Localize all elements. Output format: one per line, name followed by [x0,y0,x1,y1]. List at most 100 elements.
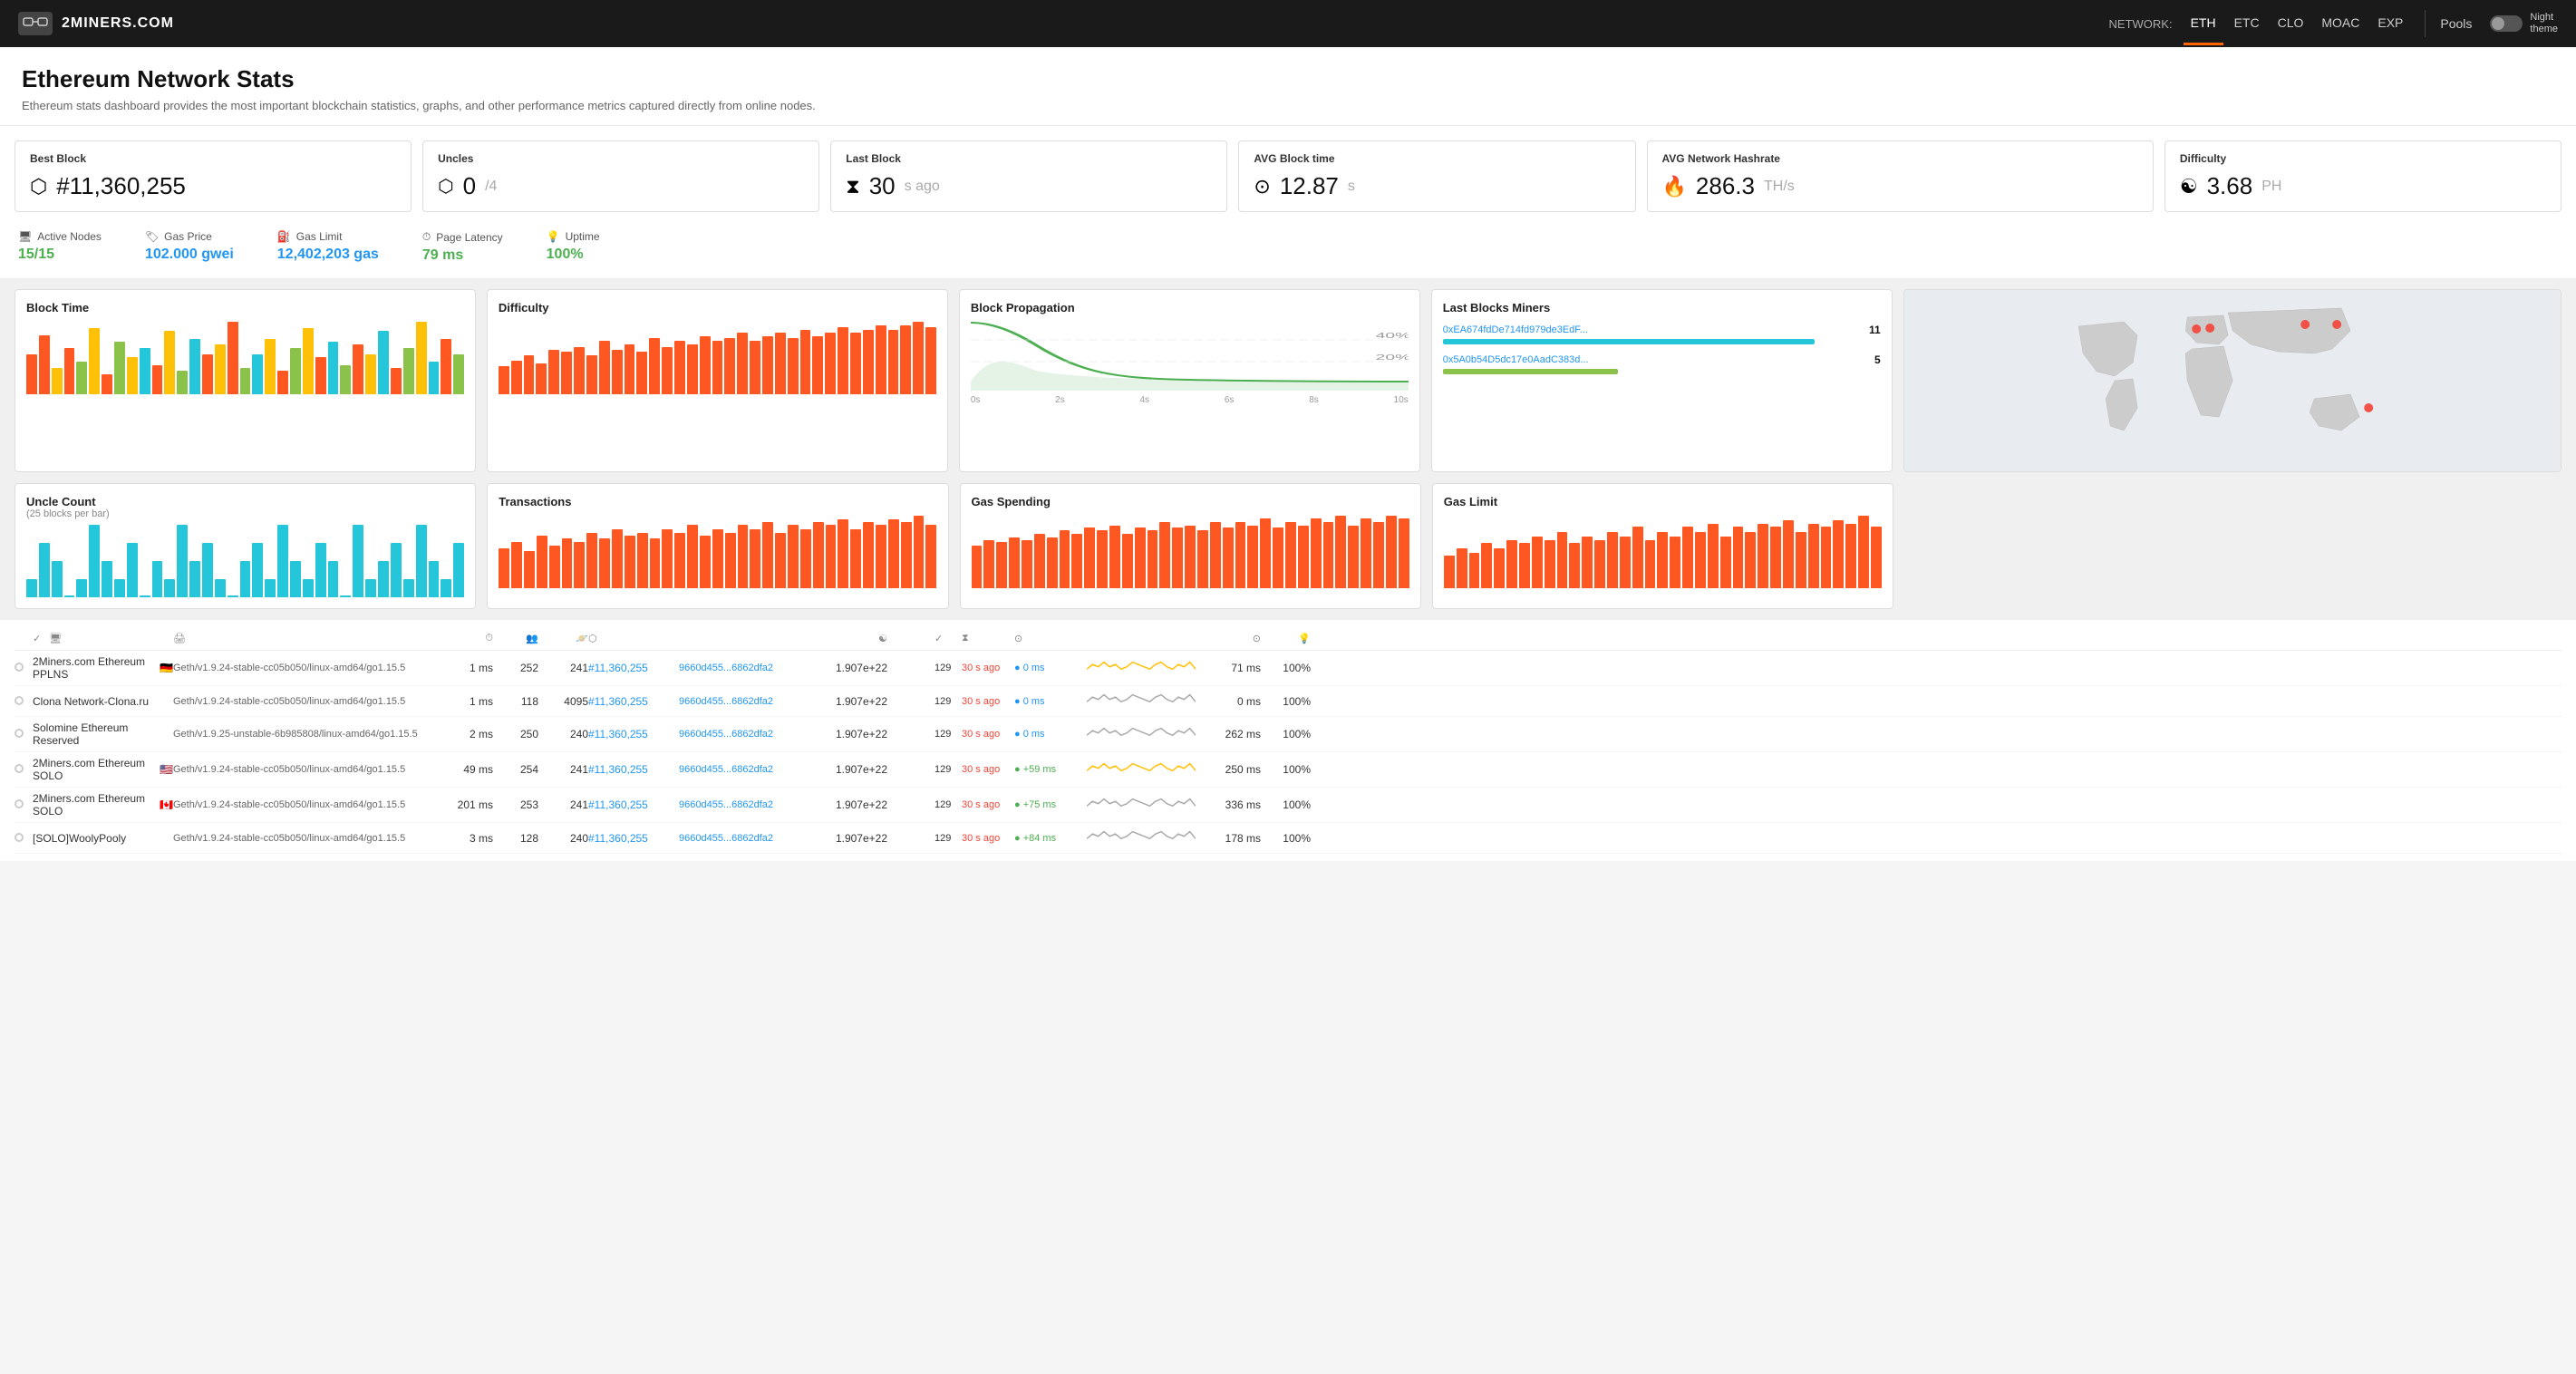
uptime-label: Uptime [566,230,600,243]
row-chart [1087,760,1205,780]
chart-bars-block-time [26,322,464,394]
pools-link[interactable]: Pools [2440,16,2472,31]
best-block-value: #11,360,255 [56,172,186,200]
row-proptime: ● +75 ms [1014,799,1087,810]
stat-card-hashrate: AVG Network Hashrate 🔥 286.3 TH/s [1647,140,2154,212]
node-name-text: 2Miners.com Ethereum SOLO [33,757,156,782]
last-block-unit: s ago [905,179,940,195]
avg-block-value: 12.87 [1280,172,1339,200]
toggle-switch[interactable] [2490,15,2523,32]
row-lastblock-time: 30 s ago [962,799,1014,810]
row-client: Geth/v1.9.25-unstable-6b985808/linux-amd… [173,729,441,740]
svg-text:40%: 40% [1376,333,1409,341]
row-lastblock-time: 30 s ago [962,833,1014,844]
row-peers: 254 [493,763,538,776]
th-lastblock-time: ⧗ [962,633,1014,644]
row-status-dot [15,695,33,708]
last-block-value: 30 [869,172,896,200]
row-client: Geth/v1.9.24-stable-cc05b050/linux-amd64… [173,764,441,775]
difficulty-unit: PH [2261,179,2281,195]
row-diff: 1.907e+22 [810,832,887,845]
chart-title: Gas Limit [1444,495,1882,508]
last-block-icon: ⧗ [846,175,859,198]
row-hash: 9660d455...6862dfa2 [679,799,810,810]
sparkline-svg [1087,658,1196,676]
stat-label: Last Block [846,152,1212,165]
row-pending: 241 [538,763,588,776]
row-block: #11,360,255 [588,763,679,776]
charts-section: Block Time Difficulty Block Propagation … [0,278,2576,620]
nav-logo[interactable]: 2MINERS.COM [18,12,174,35]
sparkline-svg [1087,827,1196,846]
hashrate-unit: TH/s [1764,179,1795,195]
row-uptime: 100% [1261,798,1311,811]
th-peers: 👥 [493,633,538,644]
row-proptime: ● 0 ms [1014,729,1087,740]
table-row: Clona Network-Clona.ru Geth/v1.9.24-stab… [15,686,2561,717]
flag-icon: 🇨🇦 [160,798,173,811]
flag-icon: 🇺🇸 [160,763,173,776]
row-lat2: 71 ms [1205,662,1261,674]
row-latency: 1 ms [441,695,493,708]
sparkline-svg [1087,760,1196,778]
nav-link-etc[interactable]: ETC [2227,3,2267,45]
nav-link-moac[interactable]: MOAC [2314,3,2367,45]
row-peers: 253 [493,798,538,811]
miner-row-2: 0x5A0b54D5dc17e0AadC383d... 5 [1443,353,1881,374]
row-latency: 49 ms [441,763,493,776]
th-proptime: ⊙ [1014,633,1087,644]
row-chart [1087,658,1205,679]
table-row: [SOLO]WoolyPooly Geth/v1.9.24-stable-cc0… [15,823,2561,854]
row-lastblock-check: 129 [935,799,962,810]
th-lat2: ⊙ [1205,633,1261,644]
row-lat2: 336 ms [1205,798,1261,811]
row-lastblock-time: 30 s ago [962,696,1014,707]
gas-limit-value: 12,402,203 gas [277,247,379,263]
hashrate-value: 286.3 [1696,172,1755,200]
active-nodes-value: 15/15 [18,247,102,263]
chart-bars-gas-limit [1444,516,1882,588]
uncles-icon: ⬡ [438,175,453,198]
row-client: Geth/v1.9.24-stable-cc05b050/linux-amd64… [173,696,441,707]
th-diff: ☯ [810,633,887,644]
row-lastblock-time: 30 s ago [962,663,1014,673]
row-peers: 128 [493,832,538,845]
nav-link-eth[interactable]: ETH [2184,3,2223,45]
chart-difficulty: Difficulty [487,289,948,472]
row-status-dot [15,798,33,811]
row-status-dot [15,832,33,845]
row-lastblock-check: 129 [935,663,962,673]
stat-active-nodes: 🖥 Active Nodes 15/15 [18,230,102,264]
row-uptime: 100% [1261,832,1311,845]
row-proptime: ● +59 ms [1014,764,1087,775]
th-lastblock-check: ✓ [935,633,962,644]
chart-world-map [1903,289,2561,472]
th-node: ✓ 🖥 [33,633,173,644]
miner-bar-1 [1443,339,1815,344]
night-theme-toggle[interactable]: Nighttheme [2490,12,2558,35]
row-node-name: [SOLO]WoolyPooly [33,832,173,845]
monitor-icon: 🖥 [49,634,62,644]
miner-bar-2 [1443,369,1618,374]
row-chart [1087,795,1205,816]
table-row: 2Miners.com Ethereum SOLO 🇺🇸 Geth/v1.9.2… [15,752,2561,788]
chart-subtitle: (25 blocks per bar) [26,508,464,519]
charts-row-2: Uncle Count (25 blocks per bar) Transact… [15,483,2561,609]
nav-link-exp[interactable]: EXP [2370,3,2410,45]
row-chart [1087,724,1205,745]
toggle-knob [2492,17,2504,30]
chart-bars-transactions [499,516,936,588]
stat-card-avg-block-time: AVG Block time ⊙ 12.87 s [1238,140,1635,212]
stats-inline-row: 🖥 Active Nodes 15/15 🏷 Gas Price 102.000… [15,223,2561,278]
sparkline-svg [1087,691,1196,709]
nav-link-clo[interactable]: CLO [2271,3,2311,45]
row-lat2: 0 ms [1205,695,1261,708]
uptime-icon: 💡 [547,230,560,243]
row-peers: 118 [493,695,538,708]
sparkline-svg [1087,724,1196,742]
stat-label: Uncles [438,152,804,165]
stat-label: AVG Block time [1254,152,1620,165]
row-peers: 250 [493,728,538,740]
row-latency: 2 ms [441,728,493,740]
world-map-svg [1904,290,2561,471]
